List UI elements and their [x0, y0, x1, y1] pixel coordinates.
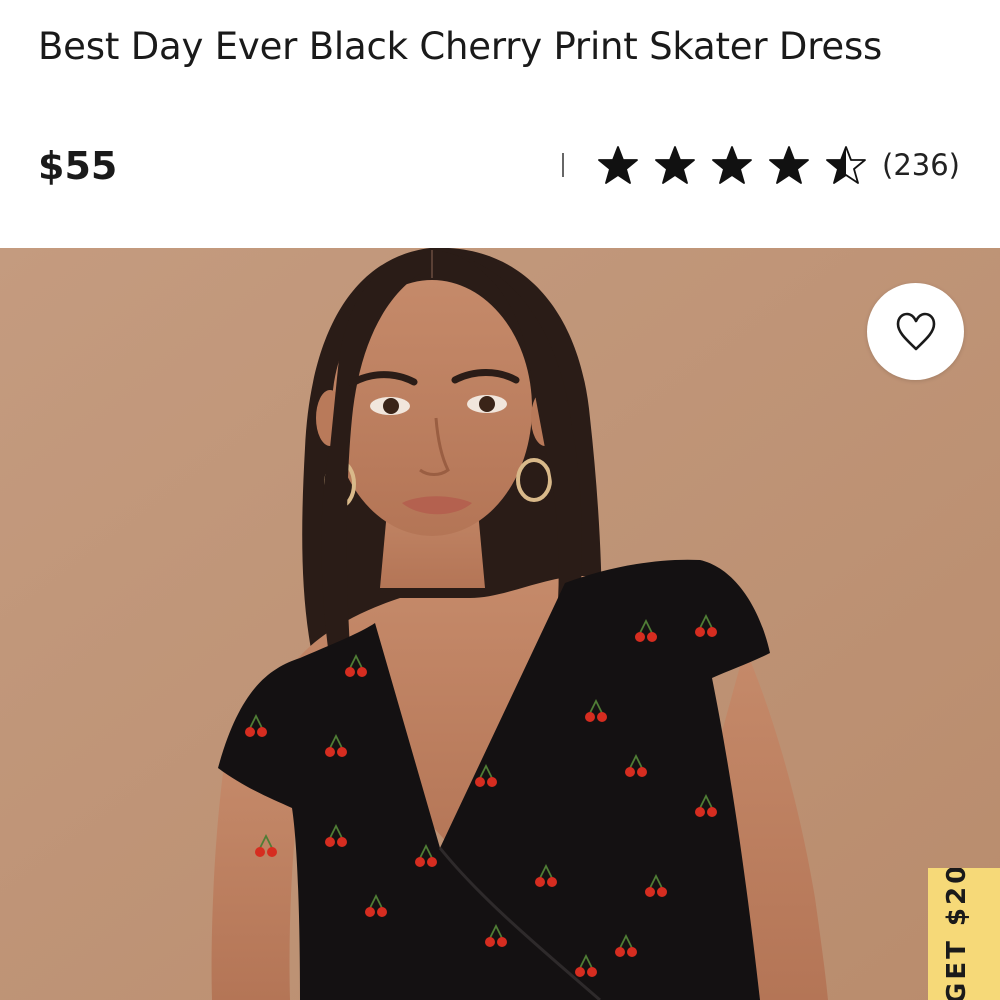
product-title: Best Day Ever Black Cherry Print Skater …	[38, 25, 883, 68]
star-half-icon	[826, 146, 866, 184]
product-photo	[0, 248, 1000, 1000]
product-header: Best Day Ever Black Cherry Print Skater …	[0, 0, 1000, 248]
star-full-icon	[712, 146, 752, 184]
star-full-icon	[769, 146, 809, 184]
rating-row: (236)	[562, 140, 960, 190]
promo-tab-label: GET $20!	[942, 868, 972, 1000]
star-full-icon	[598, 146, 638, 184]
promo-tab[interactable]: GET $20!	[928, 868, 1000, 1000]
heart-icon	[896, 312, 935, 350]
wishlist-button[interactable]	[867, 283, 964, 380]
star-full-icon	[655, 146, 695, 184]
product-price: $55	[38, 144, 118, 188]
product-image-gallery[interactable]	[0, 248, 1000, 1000]
star-rating[interactable]	[598, 145, 866, 185]
divider	[562, 153, 564, 177]
review-count-link[interactable]: (236)	[882, 145, 960, 185]
